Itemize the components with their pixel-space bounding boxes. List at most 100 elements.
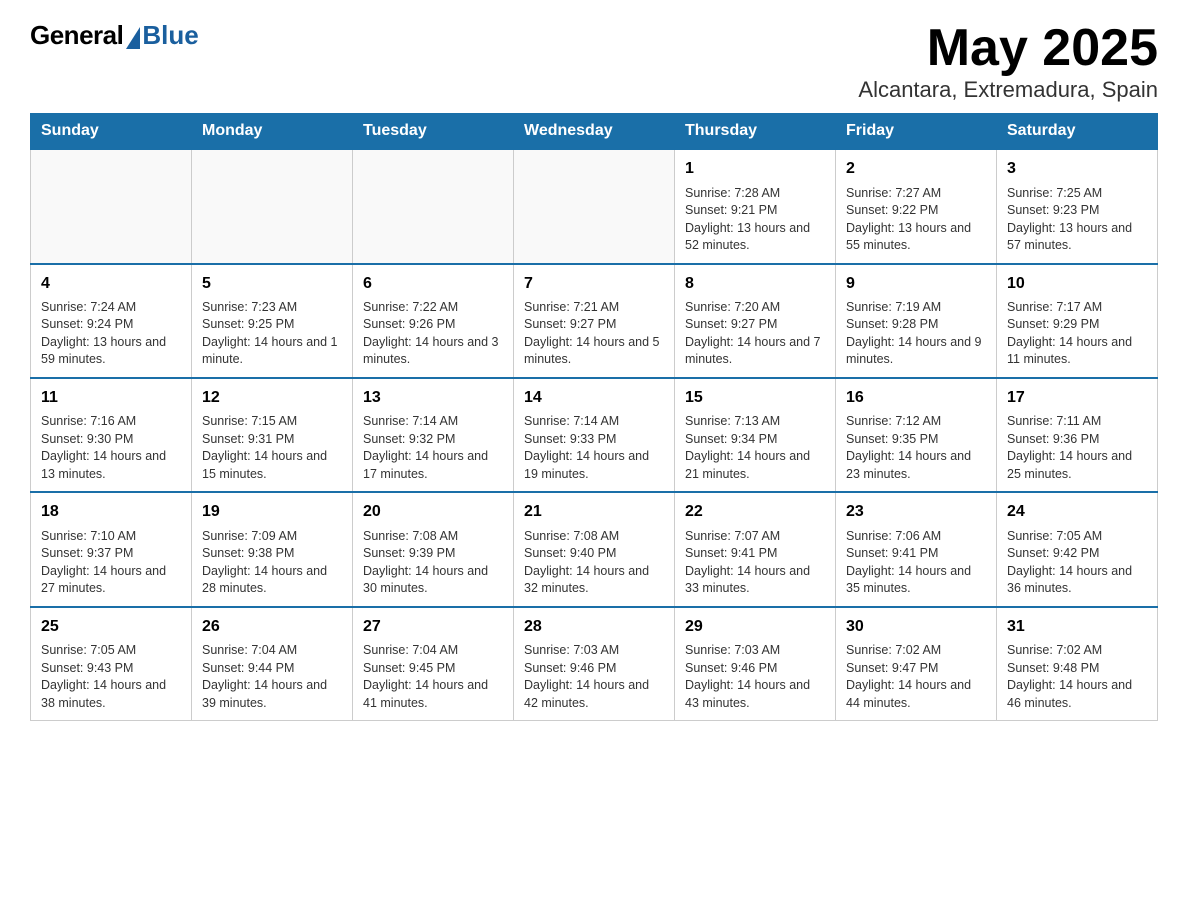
- calendar-day-cell: 4 Sunrise: 7:24 AM Sunset: 9:24 PM Daylig…: [31, 264, 192, 378]
- page-header: General Blue May 2025 Alcantara, Extrema…: [30, 20, 1158, 103]
- day-info: Sunrise: 7:21 AM Sunset: 9:27 PM Dayligh…: [524, 299, 664, 369]
- calendar-day-cell: 10 Sunrise: 7:17 AM Sunset: 9:29 PM Dayli…: [997, 264, 1158, 378]
- weekday-header-thursday: Thursday: [675, 114, 836, 150]
- day-number: 13: [363, 387, 503, 409]
- calendar-day-cell: 14 Sunrise: 7:14 AM Sunset: 9:33 PM Dayli…: [514, 378, 675, 492]
- day-number: 15: [685, 387, 825, 409]
- calendar-day-cell: 18 Sunrise: 7:10 AM Sunset: 9:37 PM Dayli…: [31, 492, 192, 606]
- day-info: Sunrise: 7:03 AM Sunset: 9:46 PM Dayligh…: [524, 642, 664, 712]
- weekday-header-monday: Monday: [192, 114, 353, 150]
- day-number: 30: [846, 616, 986, 638]
- day-number: 24: [1007, 501, 1147, 523]
- calendar-day-cell: 3Sunrise: 7:25 AM Sunset: 9:23 PM Daylig…: [997, 149, 1158, 263]
- calendar-week-row: 18 Sunrise: 7:10 AM Sunset: 9:37 PM Dayli…: [31, 492, 1158, 606]
- weekday-header-row: SundayMondayTuesdayWednesdayThursdayFrid…: [31, 114, 1158, 150]
- day-info: Sunrise: 7:05 AM Sunset: 9:42 PM Dayligh…: [1007, 528, 1147, 598]
- day-number: 3: [1007, 158, 1147, 180]
- day-info: Sunrise: 7:22 AM Sunset: 9:26 PM Dayligh…: [363, 299, 503, 369]
- day-number: 17: [1007, 387, 1147, 409]
- calendar-day-cell: 6Sunrise: 7:22 AM Sunset: 9:26 PM Daylig…: [353, 264, 514, 378]
- day-info: Sunrise: 7:05 AM Sunset: 9:43 PM Dayligh…: [41, 642, 181, 712]
- day-info: Sunrise: 7:23 AM Sunset: 9:25 PM Dayligh…: [202, 299, 342, 369]
- calendar-week-row: 1Sunrise: 7:28 AM Sunset: 9:21 PM Daylig…: [31, 149, 1158, 263]
- day-info: Sunrise: 7:17 AM Sunset: 9:29 PM Dayligh…: [1007, 299, 1147, 369]
- day-number: 12: [202, 387, 342, 409]
- calendar-day-cell: 22Sunrise: 7:07 AM Sunset: 9:41 PM Dayli…: [675, 492, 836, 606]
- day-info: Sunrise: 7:11 AM Sunset: 9:36 PM Dayligh…: [1007, 413, 1147, 483]
- day-number: 29: [685, 616, 825, 638]
- day-number: 4: [41, 273, 181, 295]
- day-number: 31: [1007, 616, 1147, 638]
- calendar-day-cell: [353, 149, 514, 263]
- calendar-day-cell: 29 Sunrise: 7:03 AM Sunset: 9:46 PM Dayli…: [675, 607, 836, 721]
- calendar-day-cell: 28 Sunrise: 7:03 AM Sunset: 9:46 PM Dayli…: [514, 607, 675, 721]
- logo-general-text: General: [30, 20, 123, 51]
- calendar-day-cell: 11 Sunrise: 7:16 AM Sunset: 9:30 PM Dayli…: [31, 378, 192, 492]
- calendar-day-cell: 23 Sunrise: 7:06 AM Sunset: 9:41 PM Dayli…: [836, 492, 997, 606]
- calendar-day-cell: 30Sunrise: 7:02 AM Sunset: 9:47 PM Dayli…: [836, 607, 997, 721]
- calendar-day-cell: 21 Sunrise: 7:08 AM Sunset: 9:40 PM Dayli…: [514, 492, 675, 606]
- day-info: Sunrise: 7:20 AM Sunset: 9:27 PM Dayligh…: [685, 299, 825, 369]
- day-info: Sunrise: 7:12 AM Sunset: 9:35 PM Dayligh…: [846, 413, 986, 483]
- day-number: 2: [846, 158, 986, 180]
- day-info: Sunrise: 7:10 AM Sunset: 9:37 PM Dayligh…: [41, 528, 181, 598]
- calendar-day-cell: 2 Sunrise: 7:27 AM Sunset: 9:22 PM Daylig…: [836, 149, 997, 263]
- calendar-day-cell: 25Sunrise: 7:05 AM Sunset: 9:43 PM Dayli…: [31, 607, 192, 721]
- calendar-day-cell: 13Sunrise: 7:14 AM Sunset: 9:32 PM Dayli…: [353, 378, 514, 492]
- calendar-day-cell: 16Sunrise: 7:12 AM Sunset: 9:35 PM Dayli…: [836, 378, 997, 492]
- calendar-day-cell: 1Sunrise: 7:28 AM Sunset: 9:21 PM Daylig…: [675, 149, 836, 263]
- location-title: Alcantara, Extremadura, Spain: [858, 77, 1158, 103]
- day-info: Sunrise: 7:07 AM Sunset: 9:41 PM Dayligh…: [685, 528, 825, 598]
- day-number: 28: [524, 616, 664, 638]
- day-number: 18: [41, 501, 181, 523]
- day-number: 5: [202, 273, 342, 295]
- calendar-day-cell: 15 Sunrise: 7:13 AM Sunset: 9:34 PM Dayli…: [675, 378, 836, 492]
- day-info: Sunrise: 7:13 AM Sunset: 9:34 PM Dayligh…: [685, 413, 825, 483]
- weekday-header-sunday: Sunday: [31, 114, 192, 150]
- day-info: Sunrise: 7:04 AM Sunset: 9:45 PM Dayligh…: [363, 642, 503, 712]
- day-info: Sunrise: 7:06 AM Sunset: 9:41 PM Dayligh…: [846, 528, 986, 598]
- day-info: Sunrise: 7:24 AM Sunset: 9:24 PM Dayligh…: [41, 299, 181, 369]
- calendar-day-cell: 9 Sunrise: 7:19 AM Sunset: 9:28 PM Daylig…: [836, 264, 997, 378]
- day-number: 20: [363, 501, 503, 523]
- month-year-title: May 2025: [858, 20, 1158, 77]
- calendar-day-cell: [31, 149, 192, 263]
- day-info: Sunrise: 7:27 AM Sunset: 9:22 PM Dayligh…: [846, 185, 986, 255]
- day-info: Sunrise: 7:14 AM Sunset: 9:33 PM Dayligh…: [524, 413, 664, 483]
- weekday-header-friday: Friday: [836, 114, 997, 150]
- day-number: 26: [202, 616, 342, 638]
- day-number: 11: [41, 387, 181, 409]
- calendar-body: 1Sunrise: 7:28 AM Sunset: 9:21 PM Daylig…: [31, 149, 1158, 720]
- day-info: Sunrise: 7:19 AM Sunset: 9:28 PM Dayligh…: [846, 299, 986, 369]
- calendar-day-cell: 24 Sunrise: 7:05 AM Sunset: 9:42 PM Dayli…: [997, 492, 1158, 606]
- day-info: Sunrise: 7:04 AM Sunset: 9:44 PM Dayligh…: [202, 642, 342, 712]
- calendar-day-cell: 7 Sunrise: 7:21 AM Sunset: 9:27 PM Daylig…: [514, 264, 675, 378]
- title-section: May 2025 Alcantara, Extremadura, Spain: [858, 20, 1158, 103]
- day-info: Sunrise: 7:09 AM Sunset: 9:38 PM Dayligh…: [202, 528, 342, 598]
- day-number: 10: [1007, 273, 1147, 295]
- logo-triangle-icon: [126, 27, 140, 49]
- day-number: 9: [846, 273, 986, 295]
- day-number: 7: [524, 273, 664, 295]
- weekday-header-saturday: Saturday: [997, 114, 1158, 150]
- day-number: 21: [524, 501, 664, 523]
- day-number: 8: [685, 273, 825, 295]
- calendar-day-cell: 26 Sunrise: 7:04 AM Sunset: 9:44 PM Dayli…: [192, 607, 353, 721]
- calendar-day-cell: 12 Sunrise: 7:15 AM Sunset: 9:31 PM Dayli…: [192, 378, 353, 492]
- logo: General Blue: [30, 20, 199, 51]
- day-info: Sunrise: 7:15 AM Sunset: 9:31 PM Dayligh…: [202, 413, 342, 483]
- day-number: 14: [524, 387, 664, 409]
- day-info: Sunrise: 7:08 AM Sunset: 9:40 PM Dayligh…: [524, 528, 664, 598]
- calendar-day-cell: 20 Sunrise: 7:08 AM Sunset: 9:39 PM Dayli…: [353, 492, 514, 606]
- day-number: 23: [846, 501, 986, 523]
- day-info: Sunrise: 7:08 AM Sunset: 9:39 PM Dayligh…: [363, 528, 503, 598]
- logo-blue-text: Blue: [142, 20, 198, 51]
- day-info: Sunrise: 7:16 AM Sunset: 9:30 PM Dayligh…: [41, 413, 181, 483]
- day-info: Sunrise: 7:02 AM Sunset: 9:48 PM Dayligh…: [1007, 642, 1147, 712]
- weekday-header-tuesday: Tuesday: [353, 114, 514, 150]
- day-number: 27: [363, 616, 503, 638]
- day-number: 1: [685, 158, 825, 180]
- day-info: Sunrise: 7:03 AM Sunset: 9:46 PM Dayligh…: [685, 642, 825, 712]
- calendar-day-cell: 5 Sunrise: 7:23 AM Sunset: 9:25 PM Daylig…: [192, 264, 353, 378]
- calendar-day-cell: [192, 149, 353, 263]
